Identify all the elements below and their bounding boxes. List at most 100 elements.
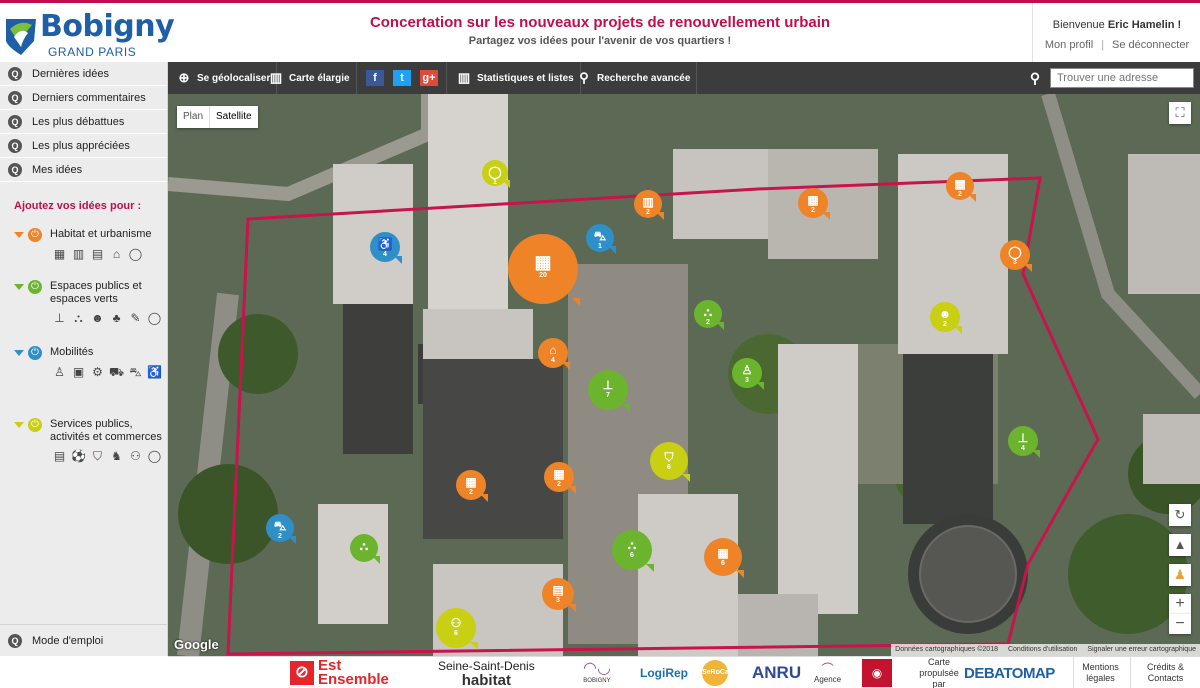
bench-icon[interactable]: ⊥ xyxy=(52,312,67,325)
logout-link[interactable]: Se déconnecter xyxy=(1112,39,1189,51)
car-icon[interactable]: ⛍ xyxy=(128,366,143,379)
people-icon[interactable]: ☻ xyxy=(90,312,105,325)
map-marker[interactable]: ♙ 3 xyxy=(732,358,762,388)
map-marker[interactable]: ▦ 2 xyxy=(544,462,574,492)
sidebar-item-plus-debattues[interactable]: Q Les plus débattues xyxy=(0,110,167,134)
debatomap-logo[interactable]: DEBATOMAP xyxy=(964,657,1055,688)
map-marker[interactable]: ♿ 4 xyxy=(370,232,400,262)
map-marker[interactable]: ⛬ xyxy=(350,534,378,562)
building-icon[interactable]: ▦ xyxy=(52,248,67,261)
address-search-icon[interactable]: ⚲ xyxy=(1024,70,1046,86)
zoom-in-button[interactable]: + xyxy=(1169,594,1191,614)
address-search-input[interactable] xyxy=(1050,68,1194,88)
building-icon: ▦ xyxy=(465,475,477,489)
market-icon[interactable]: ⚇ xyxy=(128,450,143,463)
oph-bobigny-logo[interactable]: ◠◡ BOBIGNY xyxy=(583,657,611,688)
anah-logo[interactable]: ⌒ Agence xyxy=(814,657,841,688)
map-marker[interactable]: ⌂ 4 xyxy=(538,338,568,368)
comment-icon[interactable]: ◯ xyxy=(147,450,162,463)
chevron-down-icon[interactable] xyxy=(14,350,24,356)
mentions-legales-link[interactable]: Mentions légales xyxy=(1073,657,1127,688)
twitter-icon: t xyxy=(400,72,404,84)
credits-contacts-link[interactable]: Crédits & Contacts xyxy=(1130,657,1200,688)
shop-icon[interactable]: ⛉ xyxy=(90,450,105,463)
map-marker[interactable]: ▦ 20 xyxy=(508,234,578,304)
school-icon[interactable]: ▤ xyxy=(52,450,67,463)
marker-count: 2 xyxy=(706,319,710,326)
pedestrian-icon[interactable]: ♙ xyxy=(52,366,67,379)
sidebar-item-derniers-commentaires[interactable]: Q Derniers commentaires xyxy=(0,86,167,110)
map-marker[interactable]: ⛬ 6 xyxy=(612,530,652,570)
map-marker[interactable]: ⊥ 7 xyxy=(588,370,628,410)
category-habitat[interactable]: ⏻ Habitat et urbanisme ▦ ▥ ▤ ⌂ ◯ xyxy=(14,228,164,261)
gplus-button[interactable]: g+ xyxy=(420,70,438,86)
sidebar-item-dernieres-idees[interactable]: Q Dernières idées xyxy=(0,62,167,86)
fullscreen-button[interactable]: ⛶ xyxy=(1169,102,1191,124)
sidebar-item-plus-appreciees[interactable]: Q Les plus appréciées xyxy=(0,134,167,158)
ssd-habitat-logo[interactable]: Seine-Saint-Denis habitat xyxy=(438,657,535,688)
caisse-depots-logo[interactable]: ◉ xyxy=(862,657,892,688)
seroca-logo[interactable]: SeRoCa xyxy=(702,657,729,688)
tilt-button[interactable]: ▲ xyxy=(1169,534,1191,556)
map-type-plan[interactable]: Plan xyxy=(177,106,209,128)
block-icon[interactable]: ▤ xyxy=(90,248,105,261)
map-marker[interactable]: ▤ 3 xyxy=(542,578,574,610)
anru-logo[interactable]: ANRU xyxy=(752,657,801,688)
map-marker[interactable]: ⛉ 6 xyxy=(650,442,688,480)
map-marker[interactable]: ⛍ 2 xyxy=(266,514,294,542)
est-ensemble-logo[interactable]: ⊘ Est Ensemble xyxy=(290,657,389,688)
bike-icon[interactable]: ⚙ xyxy=(90,366,105,379)
marker-count: 3 xyxy=(745,377,749,384)
sidebar-item-mes-idees[interactable]: Q Mes idées xyxy=(0,158,167,182)
map-marker[interactable]: ⛍ 1 xyxy=(586,224,614,252)
mentions-text: Mentions légales xyxy=(1082,662,1119,683)
map-marker[interactable]: ▦ 2 xyxy=(456,470,486,500)
category-mobilites[interactable]: ⏻ Mobilités ♙ ▣ ⚙ ⛟ ⛍ ♿ xyxy=(14,346,164,379)
map-marker[interactable]: ⛬ 2 xyxy=(694,300,722,328)
apartment-icon[interactable]: ▥ xyxy=(71,248,86,261)
culture-icon[interactable]: ♞ xyxy=(109,450,124,463)
stats-button[interactable]: ▥ Statistiques et listes xyxy=(456,62,581,94)
comment-icon[interactable]: ◯ xyxy=(128,248,143,261)
chevron-down-icon[interactable] xyxy=(14,232,24,238)
comment-icon[interactable]: ◯ xyxy=(147,312,162,325)
locate-button[interactable]: ⊕ Se géolocaliser xyxy=(176,62,278,94)
street-view-button[interactable]: ♟ xyxy=(1169,564,1191,586)
map-marker[interactable]: ☻ 2 xyxy=(930,302,960,332)
profile-link[interactable]: Mon profil xyxy=(1045,39,1093,51)
bus-icon[interactable]: ▣ xyxy=(71,366,86,379)
advanced-search-button[interactable]: ⚲ Recherche avancée xyxy=(576,62,698,94)
map-marker[interactable]: ⊥ 4 xyxy=(1008,426,1038,456)
map-marker[interactable]: ▥ 2 xyxy=(634,190,662,218)
zoom-out-button[interactable]: − xyxy=(1169,614,1191,634)
enlarge-map-button[interactable]: ▥ Carte élargie xyxy=(268,62,357,94)
map-marker[interactable]: ▦ 2 xyxy=(798,188,828,218)
category-services[interactable]: ⏻ Services publics, activités et commerc… xyxy=(14,418,164,463)
attrib-report-link[interactable]: Signaler une erreur cartographique xyxy=(1087,644,1196,656)
mode-emploi-button[interactable]: Q Mode d'emploi xyxy=(0,624,168,656)
chevron-down-icon[interactable] xyxy=(14,422,24,428)
chevron-down-icon[interactable] xyxy=(14,284,24,290)
map-marker[interactable]: ⚇ 6 xyxy=(436,608,476,648)
map-marker[interactable]: ◯ 1 xyxy=(482,160,508,186)
tools-icon[interactable]: ✎ xyxy=(128,312,143,325)
logirep-logo[interactable]: LogiRep xyxy=(640,657,688,688)
map-marker[interactable]: ▦ 6 xyxy=(704,538,742,576)
map-type-satellite[interactable]: Satellite xyxy=(209,106,258,128)
attrib-terms-link[interactable]: Conditions d'utilisation xyxy=(1008,644,1077,656)
playground-icon[interactable]: ⛬ xyxy=(71,312,86,325)
market-icon: ⚇ xyxy=(450,616,462,630)
map-satellite[interactable]: Plan Satellite ⛶ ↻ ▲ ♟ + − ◯ 1 ⛍ 1 ♿ 4 ▦ 20 … xyxy=(168,94,1200,656)
bobigny-logo[interactable]: Bobigny GRAND PARIS xyxy=(4,9,175,61)
sport-icon[interactable]: ⚽ xyxy=(71,450,86,463)
map-marker[interactable]: ▦ 2 xyxy=(946,172,974,200)
wheelchair-icon[interactable]: ♿ xyxy=(147,366,162,379)
map-marker[interactable]: ◯ 3 xyxy=(1000,240,1030,270)
house-question-icon[interactable]: ⌂ xyxy=(109,248,124,261)
category-espaces-publics[interactable]: ⏻ Espaces publics et espaces verts ⊥ ⛬ ☻… xyxy=(14,280,164,325)
twitter-button[interactable]: t xyxy=(393,70,411,86)
traffic-icon[interactable]: ⛟ xyxy=(109,366,124,379)
rotate-button[interactable]: ↻ xyxy=(1169,504,1191,526)
grass-icon[interactable]: ♣ xyxy=(109,312,124,325)
facebook-button[interactable]: f xyxy=(366,70,384,86)
